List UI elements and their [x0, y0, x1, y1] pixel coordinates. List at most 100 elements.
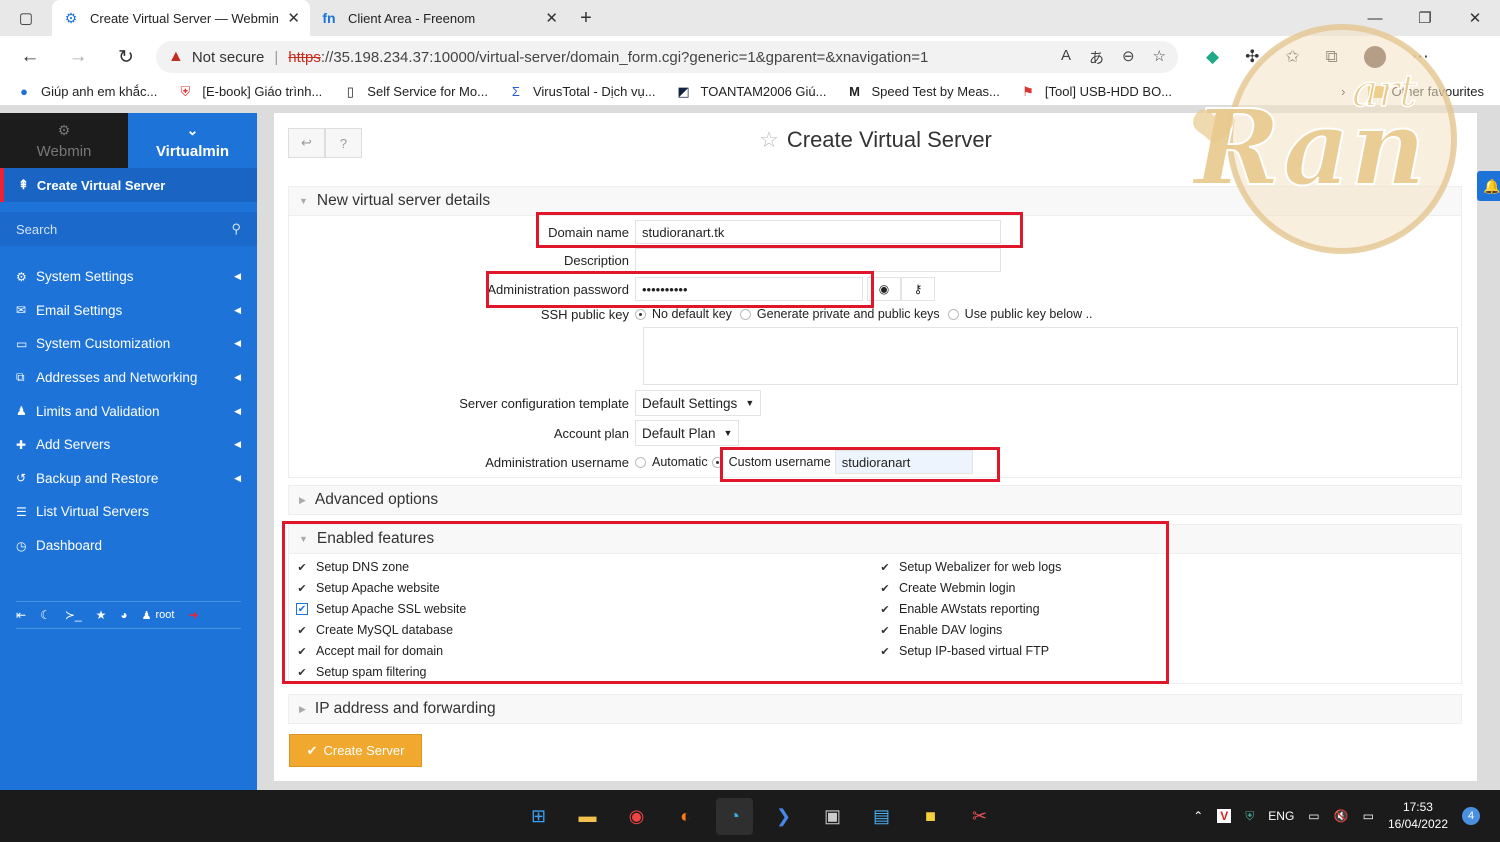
bookmark-item[interactable]: ◩ TOANTAM2006 Giú... — [676, 84, 826, 100]
checkbox-checked-icon[interactable]: ✔ — [879, 645, 891, 658]
feature-apache-website[interactable]: ✔ Setup Apache website — [296, 578, 439, 598]
sidebar-item-system-settings[interactable]: ⚙ System Settings ◀ — [0, 260, 257, 294]
favourites-icon[interactable]: ✩ — [1285, 47, 1299, 67]
clock[interactable]: 17:53 16/04/2022 — [1388, 799, 1448, 833]
tab-create-virtual-server[interactable]: ⚙ Create Virtual Server — Webmin ✕ — [52, 0, 310, 36]
bookmark-item[interactable]: ▯ Self Service for Mo... — [342, 84, 488, 100]
more-menu-icon[interactable]: ⋯ — [1412, 47, 1429, 67]
checkbox-checked-icon[interactable]: ✔ — [296, 582, 308, 595]
bookmark-item[interactable]: ⚑ [Tool] USB-HDD BO... — [1020, 84, 1172, 100]
security-status[interactable]: Not secure — [192, 49, 265, 66]
username-custom-radio[interactable]: Custom username — [711, 455, 831, 469]
show-password-eye-icon[interactable]: ◉ — [867, 277, 901, 301]
close-tab-icon[interactable]: ✕ — [287, 9, 300, 27]
close-tab-icon[interactable]: ✕ — [545, 9, 558, 27]
checkbox-checked-icon[interactable]: ✔ — [296, 645, 308, 658]
add-favourite-icon[interactable]: ☆ — [1153, 47, 1166, 68]
checkbox-checked-icon[interactable]: ✔ — [879, 624, 891, 637]
new-tab-button[interactable]: + — [568, 0, 604, 36]
sidebar-item-email-settings[interactable]: ✉ Email Settings ◀ — [0, 294, 257, 328]
admin-password-input[interactable]: •••••••••• — [635, 277, 863, 301]
bookmark-item[interactable]: Σ VirusTotal - Dịch vụ... — [508, 84, 656, 99]
network-icon[interactable]: ▭ — [1308, 809, 1319, 823]
sidebar-item-backup-restore[interactable]: ↺ Backup and Restore ◀ — [0, 462, 257, 496]
checkbox-checked-icon[interactable]: ✔ — [296, 603, 308, 615]
sidebar-search-input[interactable]: Search ⚲ — [0, 212, 257, 246]
feature-webmin-login[interactable]: ✔ Create Webmin login — [879, 578, 1015, 598]
ssh-key-textarea[interactable] — [643, 327, 1458, 385]
user-menu[interactable]: ♟ root — [142, 609, 175, 622]
description-input[interactable] — [635, 248, 1001, 272]
domain-name-input[interactable]: studioranart.tk — [635, 220, 1001, 244]
language-indicator[interactable]: ENG — [1268, 809, 1294, 823]
ssh-no-default-radio[interactable]: No default key — [635, 307, 732, 321]
feature-dav-logins[interactable]: ✔ Enable DAV logins — [879, 620, 1002, 640]
collapse-icon[interactable]: ⇤ — [16, 608, 26, 622]
close-window-icon[interactable]: ✕ — [1450, 0, 1500, 36]
sidebar-item-dashboard[interactable]: ◷ Dashboard — [0, 529, 257, 563]
collections-icon[interactable]: ⧉ — [1326, 47, 1338, 67]
battery-icon[interactable]: ▭ — [1363, 809, 1374, 823]
translate-icon[interactable]: あ — [1089, 47, 1104, 68]
custom-username-input[interactable]: studioranart — [834, 450, 973, 474]
sidebar-item-addresses-networking[interactable]: ⧉ Addresses and Networking ◀ — [0, 361, 257, 395]
extension-icon[interactable]: ◆ — [1206, 47, 1219, 67]
powershell-icon[interactable]: ❯ — [765, 798, 802, 835]
profile-avatar[interactable] — [1363, 46, 1386, 68]
refresh-button[interactable]: ↻ — [102, 46, 150, 69]
account-plan-select[interactable]: Default Plan ▼ — [635, 420, 740, 446]
feature-accept-mail[interactable]: ✔ Accept mail for domain — [296, 641, 443, 661]
favorites-star-icon[interactable]: ★ — [96, 608, 107, 622]
section-new-server-details[interactable]: ▼ New virtual server details — [288, 186, 1462, 216]
notification-count-badge[interactable]: 4 — [1462, 807, 1480, 825]
zoom-icon[interactable]: ⊖ — [1122, 47, 1135, 68]
checkbox-checked-icon[interactable]: ✔ — [879, 603, 891, 616]
feature-apache-ssl[interactable]: ✔ Setup Apache SSL website — [296, 599, 466, 619]
sidebar-item-add-servers[interactable]: ✚ Add Servers ◀ — [0, 428, 257, 462]
tab-freenom[interactable]: fn Client Area - Freenom ✕ — [310, 0, 568, 36]
tab-webmin[interactable]: ⚙ Webmin — [0, 113, 128, 168]
section-ip-forwarding[interactable]: ▶ IP address and forwarding — [288, 694, 1462, 724]
security-tray-icon[interactable]: ⛨ — [1245, 809, 1254, 824]
speaker-muted-icon[interactable]: 🔇 — [1334, 809, 1349, 823]
section-enabled-features[interactable]: ▼ Enabled features — [288, 524, 1462, 554]
start-windows-icon[interactable]: ⊞ — [520, 798, 557, 835]
snipping-tool-icon[interactable]: ✂ — [961, 798, 998, 835]
bookmark-item[interactable]: M Speed Test by Meas... — [847, 84, 1000, 99]
feature-mysql-database[interactable]: ✔ Create MySQL database — [296, 620, 453, 640]
checkbox-checked-icon[interactable]: ✔ — [296, 666, 308, 679]
sidebar-current-item[interactable]: ⇞ Create Virtual Server — [0, 168, 257, 202]
extensions-puzzle-icon[interactable]: ✣ — [1245, 47, 1259, 67]
night-mode-icon[interactable]: ☾ — [40, 608, 51, 622]
edge-icon[interactable]: ◔ — [716, 798, 753, 835]
sidebar-item-list-virtual-servers[interactable]: ☰ List Virtual Servers — [0, 495, 257, 529]
back-button[interactable]: ← — [6, 46, 54, 68]
file-explorer-icon[interactable]: ▬ — [569, 798, 606, 835]
feature-dns-zone[interactable]: ✔ Setup DNS zone — [296, 557, 409, 577]
sticky-notes-icon[interactable]: ■ — [912, 798, 949, 835]
feature-awstats[interactable]: ✔ Enable AWstats reporting — [879, 599, 1039, 619]
sidebar-item-system-customization[interactable]: ▭ System Customization ◀ — [0, 327, 257, 361]
section-advanced-options[interactable]: ▶ Advanced options — [288, 485, 1462, 515]
logout-icon[interactable]: ➜ — [188, 608, 198, 622]
checkbox-checked-icon[interactable]: ✔ — [879, 561, 891, 574]
bookmark-item[interactable]: ⛨ [E-book] Giáo trình... — [177, 84, 322, 100]
restore-icon[interactable]: ❐ — [1400, 0, 1450, 36]
chevron-right-icon[interactable]: › — [1341, 84, 1345, 99]
bookmark-item[interactable]: ● Giúp anh em khắc... — [16, 84, 157, 99]
vivaldi-tray-icon[interactable]: V — [1217, 809, 1232, 823]
terminal-icon[interactable]: ≻_ — [65, 608, 82, 622]
sidebar-item-limits-validation[interactable]: ♟ Limits and Validation ◀ — [0, 394, 257, 428]
forward-button[interactable]: → — [54, 46, 102, 68]
url-bar[interactable]: ▲ Not secure | https ://35.198.234.37:10… — [156, 41, 1178, 73]
ssh-use-key-radio[interactable]: Use public key below .. — [947, 307, 1093, 321]
notification-bell-icon[interactable]: 🔔 — [1477, 171, 1500, 201]
read-aloud-icon[interactable]: A — [1061, 47, 1071, 68]
checkbox-checked-icon[interactable]: ✔ — [879, 582, 891, 595]
firefox-icon[interactable]: ◐ — [667, 798, 704, 835]
feature-spam-filtering[interactable]: ✔ Setup spam filtering — [296, 662, 426, 682]
show-hidden-icons-icon[interactable]: ⌃ — [1193, 809, 1203, 823]
tab-actions-icon[interactable]: ▢ — [0, 0, 52, 36]
username-automatic-radio[interactable]: Automatic — [635, 455, 708, 469]
create-server-button[interactable]: ✔ Create Server — [289, 734, 422, 767]
